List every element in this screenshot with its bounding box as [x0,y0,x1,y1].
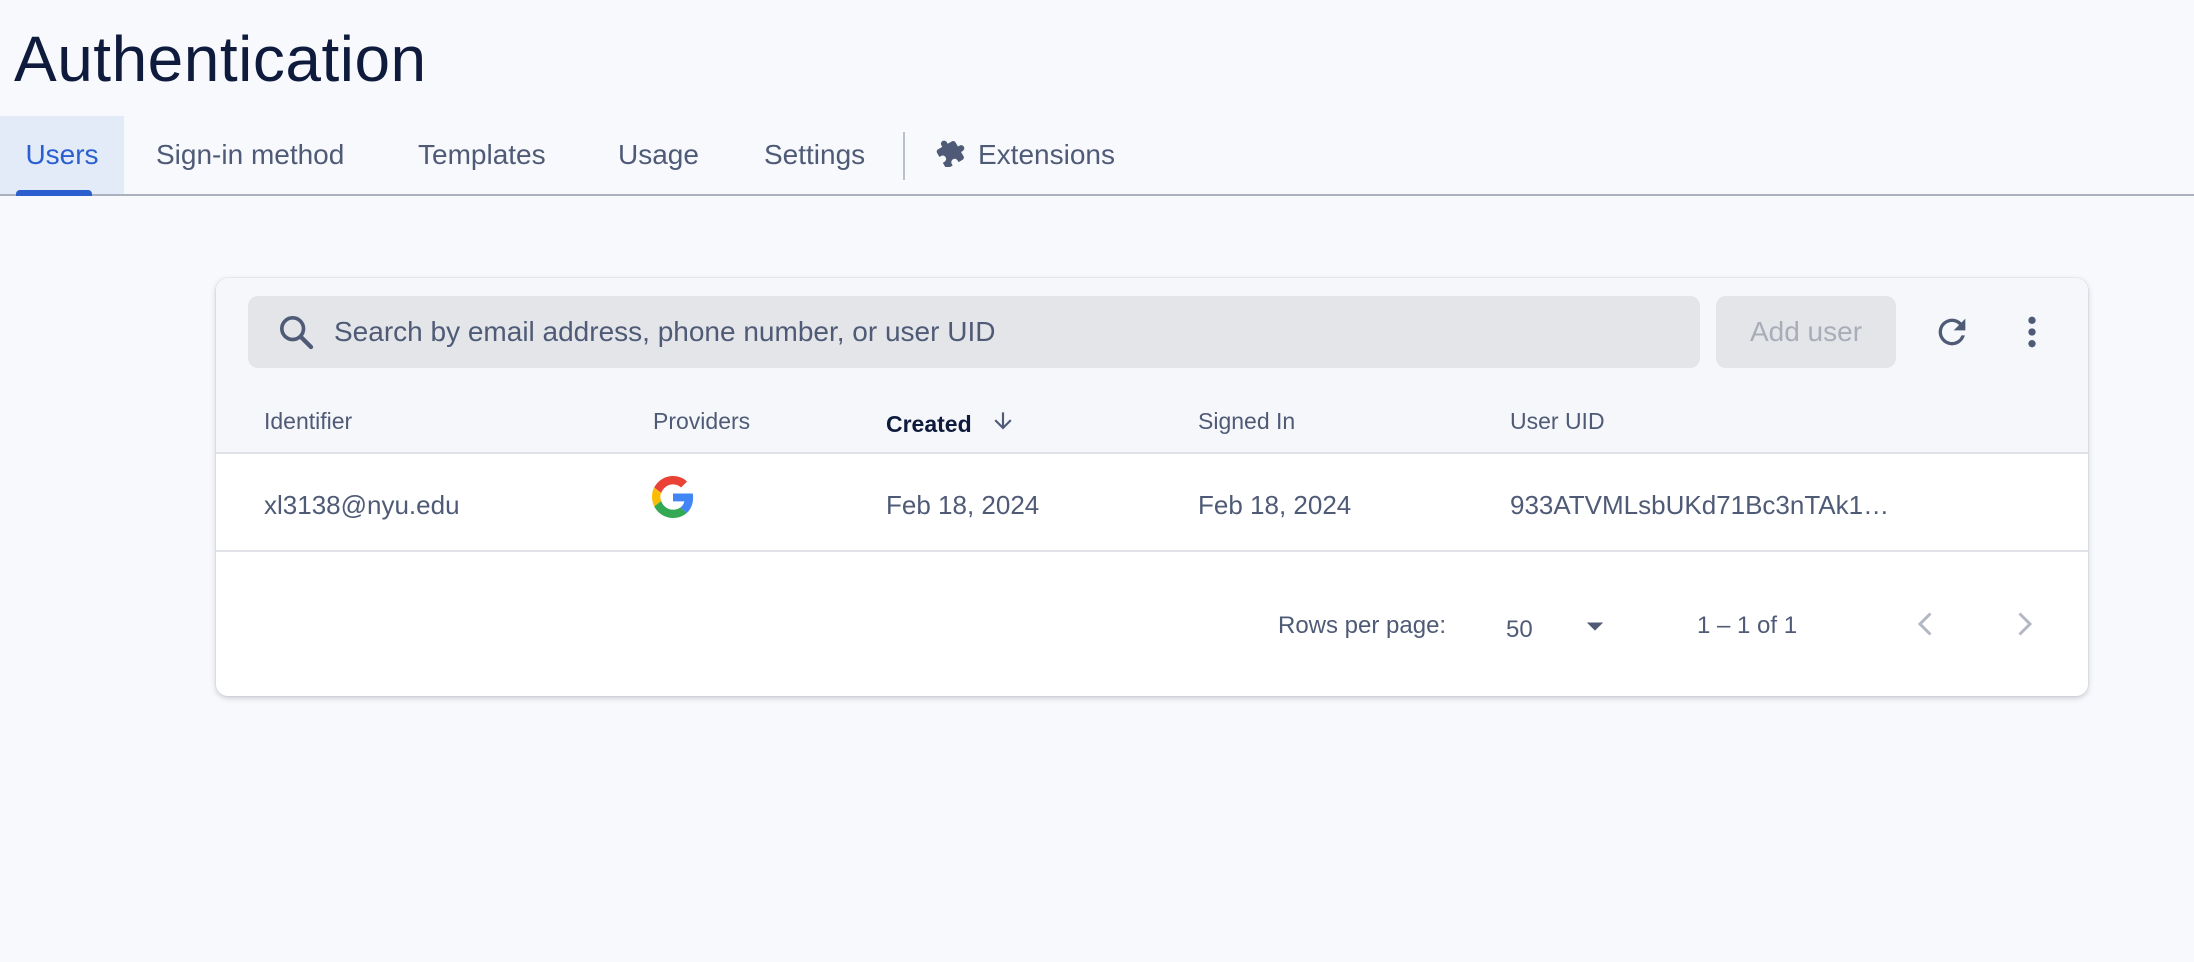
tab-bar: Users Sign-in method Templates Usage Set… [0,116,2194,196]
tab-divider [903,132,905,180]
chevron-right-icon[interactable] [2006,606,2042,649]
search-input[interactable] [334,316,1634,348]
column-identifier: Identifier [264,408,353,434]
column-user-uid: User UID [1510,408,1605,434]
pagination-footer [216,554,2088,696]
tab-sign-in-method[interactable]: Sign-in method [156,116,344,194]
cell-signed-in: Feb 18, 2024 [1198,490,1352,520]
cell-user-uid: 933ATVMLsbUKd71Bc3nTAk1… [1510,490,1890,520]
users-card: Add user Identifier Providers Created Si… [216,278,2088,696]
google-icon [651,476,694,518]
add-user-button[interactable]: Add user [1716,296,1896,368]
rows-per-page-label: Rows per page: [1278,612,1447,639]
table-row[interactable]: xl3138@nyu.edu Feb 18, 2024 Feb 18, 2024… [216,454,2088,552]
tab-settings[interactable]: Settings [764,116,865,194]
column-signed-in: Signed In [1198,408,1296,434]
column-created[interactable]: Created [886,408,1016,440]
pagination-range: 1 – 1 of 1 [1697,612,1798,639]
column-providers: Providers [653,408,751,434]
search-bar[interactable] [248,296,1700,368]
tab-templates[interactable]: Templates [418,116,546,194]
rows-per-page-select[interactable]: 50 [1506,612,1609,647]
tab-users[interactable]: Users [0,116,124,196]
chevron-left-icon[interactable] [1908,606,1944,649]
arrow-down-icon [990,408,1016,440]
more-vert-icon[interactable] [2008,308,2056,356]
tab-extensions-label: Extensions [978,139,1115,170]
table-header: Identifier Providers Created Signed In U… [216,398,2088,454]
cell-created: Feb 18, 2024 [886,490,1040,520]
column-created-label: Created [886,410,972,437]
tab-usage[interactable]: Usage [618,116,699,194]
refresh-icon[interactable] [1928,308,1976,356]
page-title: Authentication [14,23,427,95]
arrow-drop-down-icon [1581,612,1609,647]
tab-extensions[interactable]: Extensions [936,116,1115,194]
rows-per-page-value: 50 [1506,615,1533,643]
search-icon [276,312,316,352]
puzzle-icon [936,137,966,174]
cell-identifier: xl3138@nyu.edu [264,490,460,520]
